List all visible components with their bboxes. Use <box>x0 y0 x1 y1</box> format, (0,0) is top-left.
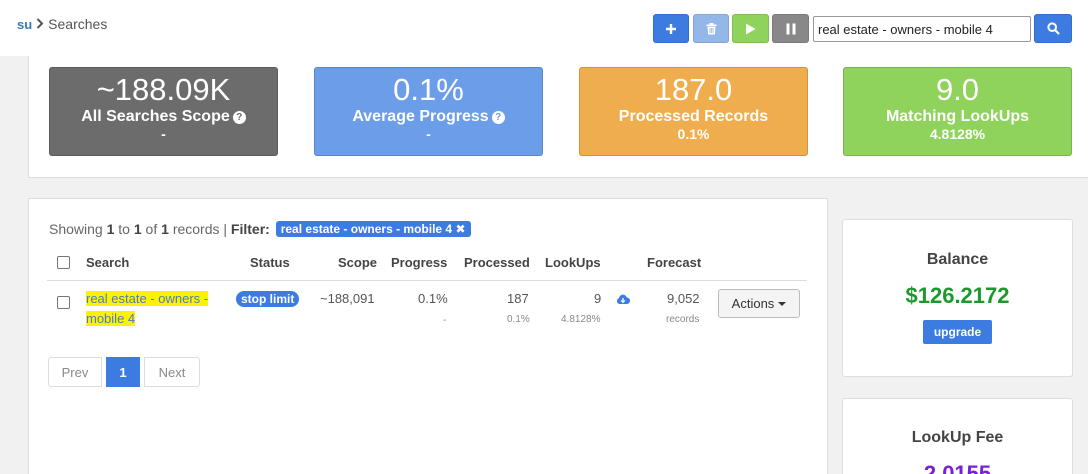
stat-sub: 4.8128% <box>929 126 986 142</box>
search-icon <box>1046 22 1060 35</box>
column-lookups[interactable]: LookUps <box>545 255 601 270</box>
filter-label: Filter: <box>230 221 270 237</box>
column-progress[interactable]: Progress <box>391 255 447 270</box>
lookup-fee-title: LookUp Fee <box>911 429 1004 446</box>
breadcrumb: su Searches <box>17 16 107 32</box>
stat-matching-lookups: 9.0 Matching LookUps 4.8128% <box>843 67 1072 156</box>
stat-sub: 0.1% <box>677 126 710 142</box>
column-search[interactable]: Search <box>86 255 129 270</box>
add-search-button[interactable] <box>653 14 689 43</box>
cloud-download-icon[interactable] <box>616 293 631 308</box>
stat-value: ~188.09K <box>96 72 231 107</box>
stat-label: Matching LookUps <box>885 108 1030 125</box>
actions-dropdown-button[interactable]: Actions <box>718 289 800 318</box>
forecast-value: 9,052 <box>667 291 700 306</box>
column-processed[interactable]: Processed <box>464 255 530 270</box>
stat-average-progress: 0.1% Average Progress? - <box>314 67 543 156</box>
scope-value: ~188,091 <box>320 291 375 306</box>
search-button[interactable] <box>1034 14 1072 43</box>
plus-icon <box>666 23 676 34</box>
upgrade-button[interactable]: upgrade <box>922 320 993 344</box>
balance-value: $126.2172 <box>905 283 1010 308</box>
help-icon[interactable]: ? <box>491 111 505 124</box>
progress-value: 0.1% <box>418 291 448 306</box>
processed-value: 187 <box>507 291 529 306</box>
stat-value: 0.1% <box>393 72 464 107</box>
chevron-right-icon <box>36 17 44 32</box>
search-input[interactable] <box>813 16 1031 42</box>
delete-search-button[interactable] <box>693 14 729 43</box>
lookup-fee-value: 2.0155 <box>923 461 992 474</box>
trash-icon <box>706 22 716 34</box>
balance-title: Balance <box>926 251 989 268</box>
status-badge: stop limit <box>236 291 300 307</box>
start-search-button[interactable] <box>732 14 769 43</box>
pause-search-button[interactable] <box>772 14 809 43</box>
select-all-checkbox[interactable] <box>57 256 70 269</box>
lookups-sub: 4.8128% <box>561 314 601 325</box>
lookup-fee-panel: LookUp Fee 2.0155 <box>842 398 1073 474</box>
filter-badge: real estate - owners - mobile 4 ✖ <box>275 221 471 237</box>
next-page-button[interactable]: Next <box>144 357 200 387</box>
row-checkbox[interactable] <box>57 296 70 309</box>
stat-label: Processed Records <box>618 108 769 125</box>
records-summary: Showing 1 to 1 of 1 records | Filter: re… <box>49 221 471 237</box>
stat-value: 9.0 <box>935 72 980 107</box>
searches-list-panel: Showing 1 to 1 of 1 records | Filter: re… <box>28 198 828 474</box>
page-1-button[interactable]: 1 <box>106 357 140 387</box>
breadcrumb-root-link[interactable]: su <box>17 17 32 32</box>
stat-all-searches-scope: ~188.09K All Searches Scope? - <box>49 67 278 156</box>
header-divider <box>47 280 807 281</box>
pause-icon <box>786 23 795 34</box>
stat-value: 187.0 <box>654 72 733 107</box>
stat-processed-records: 187.0 Processed Records 0.1% <box>579 67 808 156</box>
prev-page-button[interactable]: Prev <box>48 357 102 387</box>
stat-sub: - <box>426 126 431 142</box>
caret-down-icon <box>778 301 787 306</box>
column-scope[interactable]: Scope <box>338 255 377 270</box>
progress-sub: - <box>443 315 447 326</box>
stats-panel: ~188.09K All Searches Scope? - 0.1% Aver… <box>28 56 1088 178</box>
balance-panel: Balance $126.2172 upgrade <box>842 219 1073 377</box>
top-bar: su Searches <box>0 0 1088 56</box>
stat-sub: - <box>161 126 166 142</box>
breadcrumb-current: Searches <box>48 16 108 32</box>
help-icon[interactable]: ? <box>232 111 246 124</box>
forecast-sub: records <box>666 314 700 325</box>
lookups-value: 9 <box>594 291 602 306</box>
stat-label: Average Progress <box>352 108 489 125</box>
column-forecast[interactable]: Forecast <box>647 255 701 270</box>
processed-sub: 0.1% <box>507 314 530 325</box>
clear-filter-icon[interactable]: ✖ <box>455 222 465 236</box>
search-name-link[interactable]: real estate - owners - mobile 4 <box>86 289 226 329</box>
play-icon <box>746 23 756 34</box>
column-status[interactable]: Status <box>250 255 290 270</box>
stat-label: All Searches Scope <box>81 108 230 125</box>
